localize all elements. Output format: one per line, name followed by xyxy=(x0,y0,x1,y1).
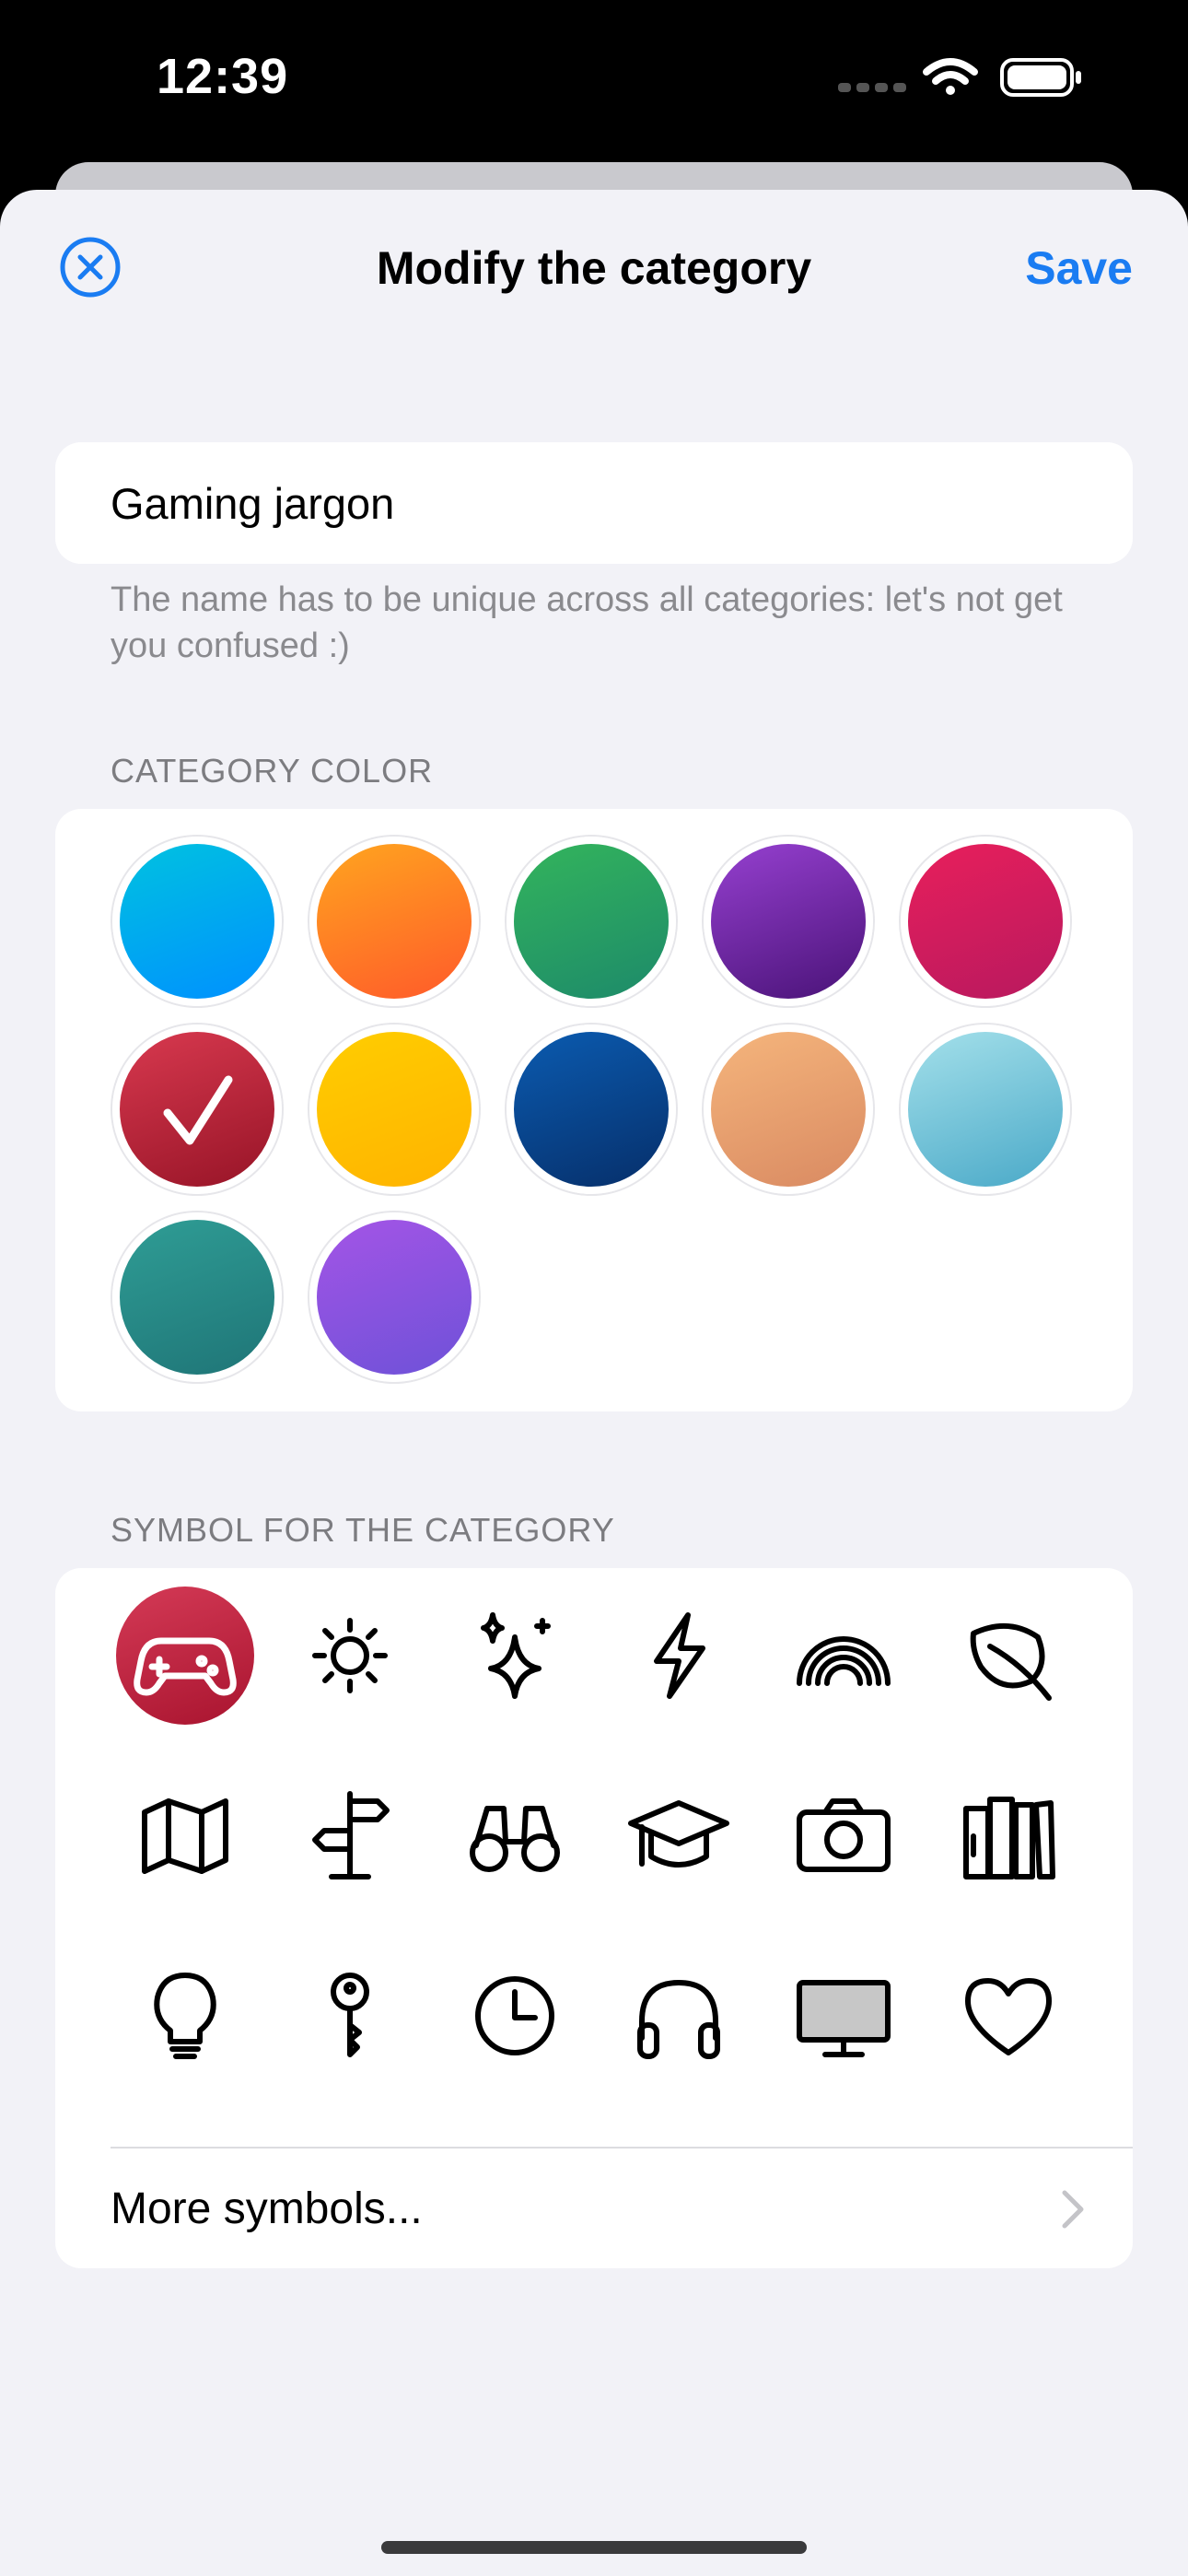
clock-icon xyxy=(475,1976,554,2055)
gamecontroller-icon xyxy=(134,1637,237,1696)
chevron-right-icon xyxy=(1062,2190,1084,2229)
category-name-value: Gaming jargon xyxy=(111,478,395,528)
symbol-option[interactable] xyxy=(116,1947,254,2085)
symbol-option[interactable] xyxy=(446,1587,584,1725)
symbol-option[interactable] xyxy=(610,1767,748,1905)
more-symbols-label: More symbols... xyxy=(111,2184,423,2233)
symbol-option[interactable] xyxy=(610,1947,748,2085)
symbol-option[interactable] xyxy=(939,1767,1077,1905)
symbol-header: SYMBOL FOR THE CATEGORY xyxy=(111,1511,615,1549)
symbol-option[interactable] xyxy=(116,1587,254,1725)
lightbulb-icon xyxy=(154,1973,216,2059)
color-swatch[interactable] xyxy=(901,1025,1070,1194)
battery-icon xyxy=(1000,58,1081,97)
more-symbols-row[interactable]: More symbols... xyxy=(55,2149,1133,2268)
camera-icon xyxy=(797,1798,891,1872)
symbol-option[interactable] xyxy=(281,1767,419,1905)
color-swatch[interactable] xyxy=(901,837,1070,1006)
color-swatch[interactable] xyxy=(704,1025,873,1194)
color-swatch[interactable] xyxy=(112,1025,282,1194)
name-hint: The name has to be unique across all cat… xyxy=(111,580,1063,665)
status-bar: 12:39 xyxy=(0,0,1188,184)
color-swatch[interactable] xyxy=(309,1025,479,1194)
binoculars-icon xyxy=(470,1806,560,1872)
symbol-option[interactable] xyxy=(610,1587,748,1725)
signal-icon xyxy=(838,83,906,92)
map-icon xyxy=(142,1798,228,1874)
category-color-header: CATEGORY COLOR xyxy=(111,752,434,790)
bolt-icon xyxy=(654,1612,705,1699)
wifi-icon xyxy=(923,58,978,95)
graduationcap-icon xyxy=(628,1800,729,1868)
symbol-option[interactable] xyxy=(281,1587,419,1725)
signpost-icon xyxy=(312,1791,390,1879)
sun-icon xyxy=(312,1618,388,1693)
symbol-option[interactable] xyxy=(775,1587,913,1725)
key-icon xyxy=(331,1973,369,2057)
symbol-picker-card: More symbols... xyxy=(55,1568,1133,2268)
status-time: 12:39 xyxy=(157,49,289,104)
checkmark-icon xyxy=(163,1075,233,1145)
symbol-option[interactable] xyxy=(939,1587,1077,1725)
symbol-option[interactable] xyxy=(775,1947,913,2085)
page-title: Modify the category xyxy=(376,242,812,294)
color-picker-card xyxy=(55,809,1133,1411)
color-swatch[interactable] xyxy=(309,1212,479,1382)
headphones-icon xyxy=(637,1980,720,2059)
save-button[interactable]: Save xyxy=(1025,241,1133,295)
color-swatch[interactable] xyxy=(112,1212,282,1382)
home-indicator xyxy=(381,2541,807,2554)
symbol-option[interactable] xyxy=(775,1767,913,1905)
display-icon xyxy=(797,1980,891,2057)
symbol-option[interactable] xyxy=(281,1947,419,2085)
sparkles-icon xyxy=(481,1612,551,1699)
color-swatch[interactable] xyxy=(507,837,676,1006)
status-icons xyxy=(838,58,1081,97)
books-icon xyxy=(963,1797,1055,1879)
heart-icon xyxy=(965,1978,1052,2055)
color-swatch[interactable] xyxy=(309,837,479,1006)
symbol-option[interactable] xyxy=(939,1947,1077,2085)
color-swatch[interactable] xyxy=(112,837,282,1006)
leaf-icon xyxy=(970,1622,1052,1701)
rainbow-icon xyxy=(797,1636,891,1686)
symbol-option[interactable] xyxy=(446,1947,584,2085)
color-swatch[interactable] xyxy=(507,1025,676,1194)
symbol-option[interactable] xyxy=(446,1767,584,1905)
color-swatch[interactable] xyxy=(704,837,873,1006)
category-name-field[interactable]: Gaming jargon xyxy=(55,442,1133,564)
symbol-option[interactable] xyxy=(116,1767,254,1905)
